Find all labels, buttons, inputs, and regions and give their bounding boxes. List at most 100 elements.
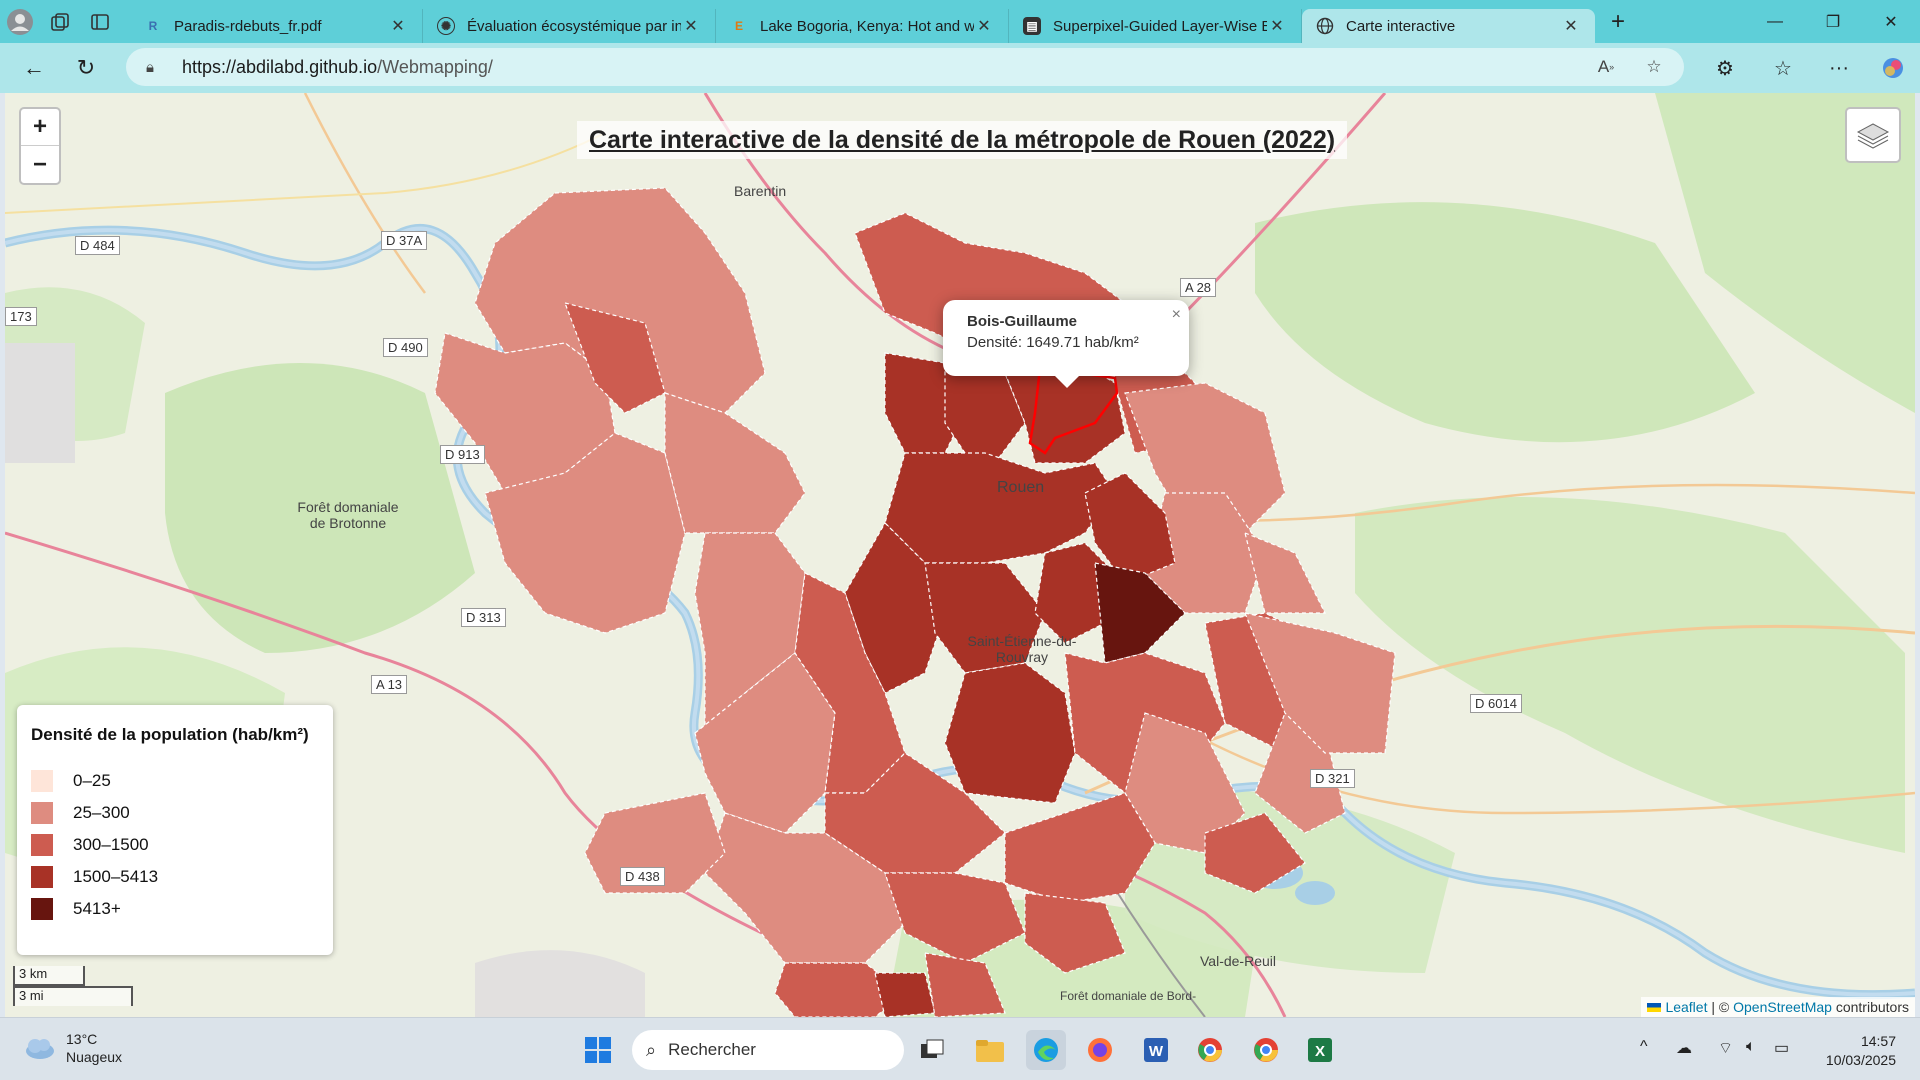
place-label: Saint-Étienne-du-Rouvray	[967, 633, 1077, 665]
firefox-icon[interactable]	[1080, 1030, 1120, 1070]
road-label: D 438	[620, 867, 665, 886]
legend-swatch	[31, 834, 53, 856]
layers-control-button[interactable]	[1845, 107, 1901, 163]
legend-item: 300–1500	[31, 829, 319, 861]
place-label: Barentin	[734, 183, 787, 199]
close-window-icon[interactable]: ✕	[1862, 0, 1920, 43]
back-icon[interactable]: ←	[8, 43, 60, 93]
more-options-icon[interactable]: ···	[1814, 43, 1864, 93]
place-label: Forêt domaniale de Bord-	[1060, 989, 1197, 1003]
reload-icon[interactable]: ↻	[60, 43, 112, 93]
legend: Densité de la population (hab/km²) 0–25 …	[17, 705, 333, 955]
workspaces-icon[interactable]	[40, 0, 80, 43]
legend-swatch	[31, 898, 53, 920]
edge-browser-icon[interactable]	[1026, 1030, 1066, 1070]
minimize-icon[interactable]: —	[1746, 0, 1804, 43]
place-label: Rouen	[997, 479, 1045, 496]
search-icon: ⌕	[646, 1039, 657, 1060]
road-label: D 913	[440, 445, 485, 464]
legend-item: 25–300	[31, 797, 319, 829]
legend-label: 1500–5413	[73, 867, 159, 886]
e-letter-icon: E	[734, 19, 743, 33]
close-tab-icon[interactable]: ✕	[388, 16, 408, 36]
clock-time: 14:57	[1860, 1033, 1896, 1049]
battery-icon[interactable]: ▭	[1774, 1038, 1789, 1058]
popup-density: Densité: 1649.71 hab/km²	[967, 334, 1139, 351]
paper-icon: ▤	[1023, 17, 1041, 35]
scale-mi: 3 mi	[13, 986, 133, 1006]
tab-4[interactable]: Carte interactive ✕	[1302, 9, 1595, 43]
copilot-icon[interactable]	[1868, 43, 1918, 93]
favorite-star-icon[interactable]: ☆	[1634, 48, 1674, 86]
excel-icon[interactable]: X	[1300, 1030, 1340, 1070]
wifi-icon[interactable]: ⌔	[1718, 1038, 1733, 1058]
chrome-profile-1-icon[interactable]	[1190, 1030, 1230, 1070]
road-label: D 37A	[381, 231, 428, 250]
read-aloud-icon[interactable]: A»	[1586, 48, 1626, 86]
tab-2[interactable]: E Lake Bogoria, Kenya: Hot and war ✕	[716, 9, 1009, 43]
road-label: A 13	[371, 675, 408, 694]
tab-1[interactable]: ✺ Évaluation écosystémique par ind ✕	[423, 9, 716, 43]
close-tab-icon[interactable]: ✕	[681, 16, 701, 36]
favorites-icon[interactable]: ☆	[1758, 43, 1808, 93]
road-label: D 321	[1310, 769, 1355, 788]
place-label: Val-de-Reuil	[1200, 953, 1276, 969]
road-label: D 484	[75, 236, 120, 255]
road-label: 173	[5, 307, 37, 326]
map-title: Carte interactive de la densité de la mé…	[577, 121, 1348, 159]
clock[interactable]: 14:57 10/03/2025	[1826, 1032, 1896, 1070]
clock-date: 10/03/2025	[1825, 1052, 1896, 1068]
task-view-icon[interactable]	[912, 1030, 952, 1070]
tab-0[interactable]: R Paradis-rdebuts_fr.pdf ✕	[130, 9, 423, 43]
popup-close-icon[interactable]: ×	[1172, 306, 1181, 324]
tab-title: Superpixel-Guided Layer-Wise En	[1053, 17, 1267, 35]
legend-title: Densité de la population (hab/km²)	[31, 725, 309, 744]
tab-title: Carte interactive	[1346, 17, 1456, 35]
close-tab-icon[interactable]: ✕	[1267, 16, 1287, 36]
road-label: D 490	[383, 338, 428, 357]
tab-title: Paradis-rdebuts_fr.pdf	[174, 17, 322, 35]
browser-tab-bar: R Paradis-rdebuts_fr.pdf ✕ ✺ Évaluation …	[0, 0, 1920, 43]
address-bar[interactable]: 🔒︎ https://abdilabd.github.io/Webmapping…	[126, 48, 1684, 86]
map-canvas[interactable]: D 484 D 37A D 490 D 913 D 313 A 13 D 438…	[5, 93, 1915, 1017]
file-explorer-icon[interactable]	[970, 1030, 1010, 1070]
osm-link[interactable]: OpenStreetMap	[1733, 999, 1832, 1015]
pdf-reader-icon: R	[148, 19, 158, 33]
new-tab-button[interactable]: +	[1595, 8, 1641, 36]
legend-item: 0–25	[31, 765, 319, 797]
vertical-tabs-icon[interactable]	[80, 0, 120, 43]
globe-icon	[1316, 17, 1334, 35]
profile-avatar-icon[interactable]	[0, 0, 40, 43]
extensions-icon[interactable]: ⚙︎	[1700, 43, 1750, 93]
leaflet-link[interactable]: Leaflet	[1665, 999, 1707, 1015]
windows-start-icon[interactable]	[578, 1030, 618, 1070]
layers-icon	[1856, 123, 1890, 149]
onedrive-icon[interactable]: ☁︎	[1676, 1038, 1692, 1058]
map-popup: Bois-Guillaume Densité: 1649.71 hab/km² …	[943, 300, 1189, 388]
svg-text:X: X	[1315, 1043, 1325, 1060]
taskbar-search[interactable]: ⌕ Rechercher	[632, 1030, 904, 1070]
restore-icon[interactable]: ❐	[1804, 0, 1862, 43]
volume-icon[interactable]: 🔈︎	[1746, 1038, 1756, 1056]
popup-tip	[1053, 374, 1081, 388]
road-label: A 28	[1180, 278, 1217, 297]
chrome-profile-2-icon[interactable]	[1246, 1030, 1286, 1070]
zoom-in-button[interactable]: +	[21, 109, 59, 146]
svg-text:W: W	[1149, 1043, 1164, 1060]
tab-3[interactable]: ▤ Superpixel-Guided Layer-Wise En ✕	[1009, 9, 1302, 43]
show-hidden-icons-icon[interactable]: ^	[1640, 1038, 1648, 1056]
popup-name: Bois-Guillaume	[967, 313, 1078, 330]
zoom-out-button[interactable]: −	[21, 146, 59, 183]
browser-toolbar: ← ↻ 🔒︎ https://abdilabd.github.io/Webmap…	[0, 43, 1920, 93]
zoom-control: + −	[19, 107, 61, 185]
word-icon[interactable]: W	[1136, 1030, 1176, 1070]
tab-title: Évaluation écosystémique par ind	[467, 17, 681, 35]
close-tab-icon[interactable]: ✕	[974, 16, 994, 36]
url-path: /Webmapping/	[377, 56, 493, 77]
weather-widget[interactable]: 13°C Nuageux	[22, 1030, 122, 1066]
lock-icon: 🔒︎	[146, 58, 154, 76]
attribution-sep: | ©	[1707, 999, 1734, 1015]
openai-icon: ✺	[437, 17, 455, 35]
close-tab-icon[interactable]: ✕	[1561, 16, 1581, 36]
legend-swatch	[31, 770, 53, 792]
